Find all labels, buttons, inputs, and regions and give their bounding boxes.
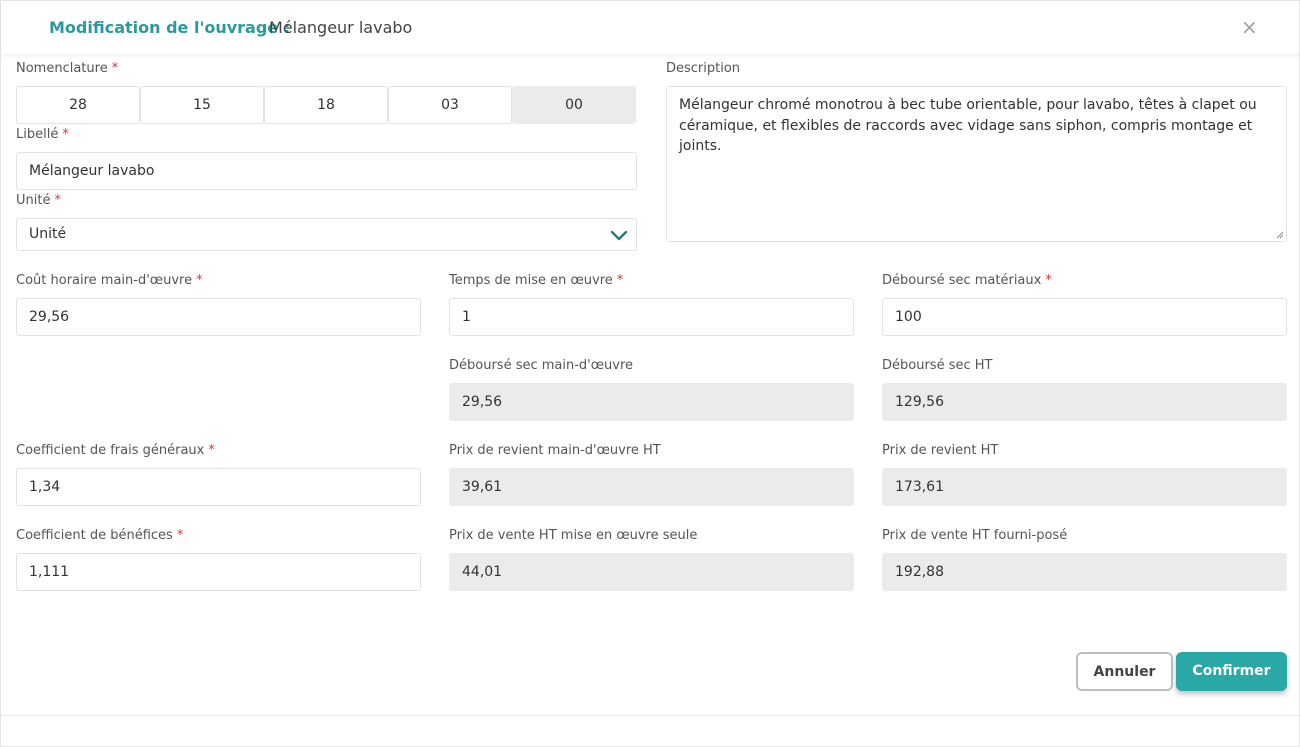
prix-vente-seule-label: Prix de vente HT mise en œuvre seule — [449, 528, 698, 543]
modal-title-prefix: Modification de l'ouvrage : — [49, 18, 291, 37]
debourse-materiaux-label: Déboursé sec matériaux * — [882, 273, 1052, 288]
required-marker: * — [111, 61, 119, 76]
libelle-label-text: Libellé — [16, 127, 59, 142]
nomenclature-segment-2[interactable]: 15 — [140, 86, 264, 124]
required-marker: * — [54, 193, 61, 208]
coef-benefices-label-text: Coefficient de bénéfices — [16, 528, 173, 543]
prix-vente-fourni-label: Prix de vente HT fourni-posé — [882, 528, 1068, 543]
libelle-label: Libellé * — [16, 127, 69, 142]
close-icon[interactable]: × — [1241, 17, 1258, 37]
debourse-materiaux-input[interactable]: 100 — [882, 298, 1287, 336]
cout-horaire-label-text: Coût horaire main-d'œuvre — [16, 273, 193, 288]
required-marker: * — [208, 443, 215, 458]
unite-label-text: Unité — [16, 193, 51, 208]
debourse-materiaux-label-text: Déboursé sec matériaux — [882, 273, 1042, 288]
cout-horaire-label: Coût horaire main-d'œuvre * — [16, 273, 203, 288]
debourse-ht-label: Déboursé sec HT — [882, 358, 993, 373]
nomenclature-label: Nomenclature * — [16, 61, 118, 76]
cancel-button[interactable]: Annuler — [1076, 652, 1173, 691]
edit-ouvrage-modal: Modification de l'ouvrage : Mélangeur la… — [0, 0, 1300, 747]
description-label: Description — [666, 61, 741, 76]
description-textarea[interactable]: Mélangeur chromé monotrou à bec tube ori… — [666, 86, 1287, 242]
modal-header: Modification de l'ouvrage : Mélangeur la… — [1, 1, 1300, 54]
unite-select[interactable]: Unité — [16, 218, 637, 251]
prix-vente-fourni-value: 192,88 — [882, 553, 1287, 591]
description-text: Mélangeur chromé monotrou à bec tube ori… — [679, 97, 1257, 154]
required-marker: * — [62, 127, 69, 142]
modal-title-name: Mélangeur lavabo — [269, 18, 413, 37]
temps-mise-label: Temps de mise en œuvre * — [449, 273, 623, 288]
required-marker: * — [1045, 273, 1052, 288]
debourse-mo-label: Déboursé sec main-d'œuvre — [449, 358, 634, 373]
required-marker: * — [616, 273, 624, 288]
unite-select-value: Unité — [29, 226, 67, 242]
debourse-mo-value: 29,56 — [449, 383, 854, 421]
coef-benefices-input[interactable]: 1,111 — [16, 553, 421, 591]
nomenclature-segment-5: 00 — [512, 86, 636, 124]
libelle-input[interactable]: Mélangeur lavabo — [16, 152, 637, 190]
prix-revient-ht-label: Prix de revient HT — [882, 443, 999, 458]
chevron-down-icon — [610, 230, 628, 241]
coef-frais-label-text: Coefficient de frais généraux — [16, 443, 205, 458]
prix-revient-ht-value: 173,61 — [882, 468, 1287, 506]
coef-frais-label: Coefficient de frais généraux * — [16, 443, 215, 458]
resize-handle-icon[interactable] — [1276, 231, 1284, 239]
nomenclature-segment-4[interactable]: 03 — [388, 86, 512, 124]
cout-horaire-input[interactable]: 29,56 — [16, 298, 421, 336]
nomenclature-segment-1[interactable]: 28 — [16, 86, 140, 124]
debourse-ht-value: 129,56 — [882, 383, 1287, 421]
temps-mise-label-text: Temps de mise en œuvre — [449, 273, 613, 288]
confirm-button[interactable]: Confirmer — [1176, 652, 1287, 691]
prix-revient-mo-label: Prix de revient main-d'œuvre HT — [449, 443, 661, 458]
coef-benefices-label: Coefficient de bénéfices * — [16, 528, 183, 543]
required-marker: * — [176, 528, 184, 543]
required-marker: * — [196, 273, 203, 288]
coef-frais-input[interactable]: 1,34 — [16, 468, 421, 506]
footer-divider — [1, 715, 1300, 716]
unite-label: Unité * — [16, 193, 61, 208]
nomenclature-label-text: Nomenclature — [16, 61, 108, 76]
temps-mise-input[interactable]: 1 — [449, 298, 854, 336]
prix-revient-mo-value: 39,61 — [449, 468, 854, 506]
prix-vente-seule-value: 44,01 — [449, 553, 854, 591]
nomenclature-segment-3[interactable]: 18 — [264, 86, 388, 124]
